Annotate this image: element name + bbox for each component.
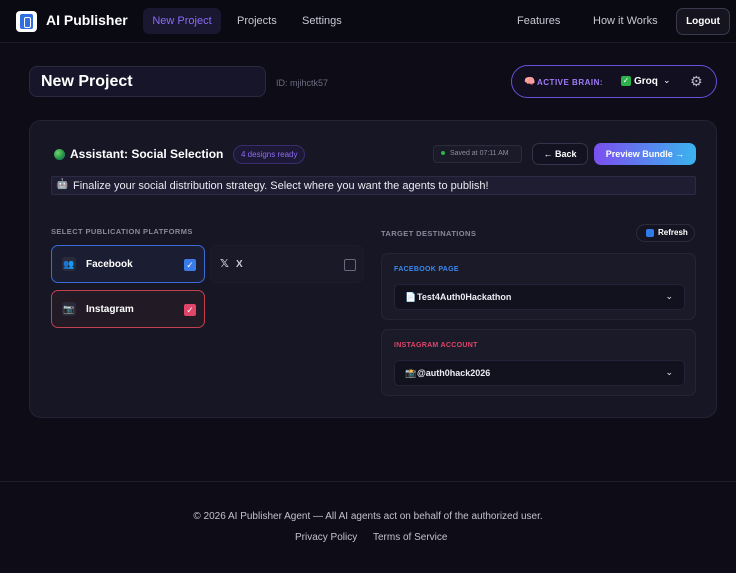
designs-ready-badge: 4 designs ready xyxy=(233,145,306,164)
active-brain-selector[interactable]: 🧠 ACTIVE BRAIN: ✓ Groq ⌄ ⚙ xyxy=(511,65,717,98)
facebook-checkbox[interactable]: ✓ xyxy=(184,259,196,271)
facebook-page-destination: FACEBOOK PAGE 📄 Test4Auth0Hackathon ⌄ xyxy=(381,253,696,320)
top-nav: AI Publisher New Project Projects Settin… xyxy=(0,0,736,43)
camera-icon: 📸 xyxy=(405,368,417,378)
assistant-title: Assistant: Social Selection xyxy=(70,147,224,161)
platform-label: Instagram xyxy=(86,304,134,315)
page-icon: 📄 xyxy=(405,292,417,302)
logout-button[interactable]: Logout xyxy=(676,8,730,35)
brain-label: ACTIVE BRAIN: xyxy=(537,78,604,87)
facebook-page-select[interactable]: 📄 Test4Auth0Hackathon ⌄ xyxy=(394,284,685,310)
globe-icon xyxy=(54,149,65,160)
gear-icon[interactable]: ⚙ xyxy=(690,73,703,90)
instagram-checkbox[interactable]: ✓ xyxy=(184,304,196,316)
nav-how-it-works[interactable]: How it Works xyxy=(593,8,658,34)
terms-of-service-link[interactable]: Terms of Service xyxy=(373,532,447,543)
chevron-down-icon: ⌄ xyxy=(665,367,673,377)
robot-icon: 🤖 xyxy=(56,179,69,190)
project-name-input[interactable]: New Project xyxy=(29,66,266,97)
nav-settings[interactable]: Settings xyxy=(302,8,342,34)
brain-icon: 🧠 xyxy=(524,76,536,86)
platform-label: X xyxy=(236,259,243,270)
x-logo-icon: 𝕏 xyxy=(220,258,229,270)
nav-new-project[interactable]: New Project xyxy=(143,8,221,34)
privacy-policy-link[interactable]: Privacy Policy xyxy=(295,532,357,543)
saved-text: Saved at 07:11 AM xyxy=(450,150,509,157)
camera-icon: 📷 xyxy=(62,302,76,316)
platform-instagram[interactable]: 📷 Instagram ✓ xyxy=(51,290,205,328)
instagram-account-value: @auth0hack2026 xyxy=(417,368,491,378)
preview-bundle-button[interactable]: Preview Bundle → xyxy=(594,143,696,165)
footer-divider xyxy=(0,481,736,482)
x-checkbox[interactable] xyxy=(344,259,356,271)
notice-text: Finalize your social distribution strate… xyxy=(73,180,489,192)
refresh-icon xyxy=(646,229,654,237)
app-logo-icon[interactable] xyxy=(16,11,37,32)
brand-name[interactable]: AI Publisher xyxy=(46,12,128,28)
chevron-down-icon[interactable]: ⌄ xyxy=(663,75,671,86)
platform-x[interactable]: 𝕏 X xyxy=(210,245,364,283)
refresh-label: Refresh xyxy=(658,228,688,237)
project-id: ID: mjihctk57 xyxy=(276,78,329,88)
status-dot-icon xyxy=(441,151,445,156)
notice-banner: 🤖 Finalize your social distribution stra… xyxy=(51,176,696,195)
instagram-account-label: INSTAGRAM ACCOUNT xyxy=(394,342,478,349)
refresh-button[interactable]: Refresh xyxy=(636,224,695,242)
back-button[interactable]: ← Back xyxy=(532,143,588,165)
chevron-down-icon: ⌄ xyxy=(665,291,673,301)
nav-projects[interactable]: Projects xyxy=(237,8,277,34)
platform-facebook[interactable]: 👥 Facebook ✓ xyxy=(51,245,205,283)
platform-label: Facebook xyxy=(86,259,133,270)
saved-status: Saved at 07:11 AM xyxy=(433,145,522,163)
destinations-label: TARGET DESTINATIONS xyxy=(381,229,477,238)
assistant-card: Assistant: Social Selection 4 designs re… xyxy=(29,120,717,418)
facebook-page-value: Test4Auth0Hackathon xyxy=(417,292,512,302)
check-icon: ✓ xyxy=(621,76,631,86)
brain-value[interactable]: Groq xyxy=(634,76,658,87)
users-icon: 👥 xyxy=(62,257,76,271)
nav-features[interactable]: Features xyxy=(517,8,560,34)
platforms-label: SELECT PUBLICATION PLATFORMS xyxy=(51,227,193,236)
instagram-account-select[interactable]: 📸 @auth0hack2026 ⌄ xyxy=(394,360,685,386)
footer-copyright: © 2026 AI Publisher Agent — All AI agent… xyxy=(193,511,543,522)
facebook-page-label: FACEBOOK PAGE xyxy=(394,266,459,273)
instagram-account-destination: INSTAGRAM ACCOUNT 📸 @auth0hack2026 ⌄ xyxy=(381,329,696,396)
